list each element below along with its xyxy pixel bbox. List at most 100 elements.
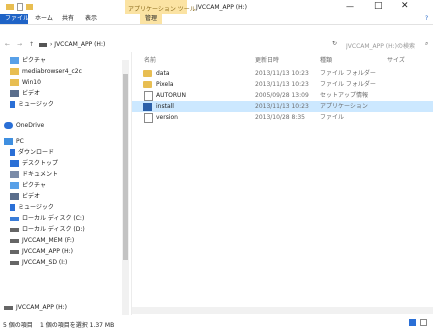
nav-item-pictures-pc[interactable]: ピクチャ: [10, 180, 46, 191]
setup-info-icon: [144, 90, 153, 101]
drive-icon: [39, 43, 47, 47]
back-button[interactable]: ←: [5, 41, 10, 48]
nav-item-onedrive[interactable]: OneDrive: [4, 120, 44, 131]
file-type: ファイル: [320, 114, 345, 121]
desktop-icon: [10, 160, 19, 167]
nav-item-music[interactable]: ミュージック: [10, 99, 54, 110]
search-input[interactable]: JVCCAM_APP (H:)の検索: [346, 41, 424, 50]
item-count: 5 個の項目: [3, 322, 33, 329]
nav-item-drive-d[interactable]: ローカル ディスク (D:): [10, 224, 85, 235]
context-tab-label: アプリケーション ツール: [128, 6, 196, 13]
nav-item-downloads[interactable]: ダウンロード: [10, 147, 54, 158]
downloads-icon: [10, 149, 15, 156]
details-view-button[interactable]: [409, 319, 416, 326]
folder-icon: [10, 68, 19, 75]
address-path[interactable]: › JVCCAM_APP (H:): [50, 41, 105, 48]
search-icon[interactable]: ⌕: [425, 40, 428, 48]
nav-item-drive-i[interactable]: JVCCAM_SD (I:): [10, 257, 67, 268]
file-row-autorun[interactable]: AUTORUN 2005/09/28 13:09 セットアップ情報: [132, 90, 433, 101]
status-bar: 5 個の項目 1 個の項目を選択 1.37 MB: [0, 315, 433, 331]
window-title: JVCCAM_APP (H:): [196, 4, 247, 11]
forward-button[interactable]: →: [17, 41, 22, 48]
horizontal-scrollbar[interactable]: [132, 307, 433, 314]
title-bar: アプリケーション ツール JVCCAM_APP (H:) — □ ✕: [0, 0, 433, 14]
quick-access-toolbar[interactable]: [6, 3, 40, 11]
file-icon: [144, 112, 153, 123]
minimize-button[interactable]: —: [346, 2, 354, 11]
drive-icon: [10, 238, 19, 243]
videos-icon: [10, 90, 19, 97]
folder-icon: [6, 4, 14, 10]
folder-icon: [143, 70, 152, 77]
tab-manage[interactable]: 管理: [140, 14, 163, 24]
pictures-icon: [10, 182, 19, 189]
tab-share[interactable]: 共有: [57, 14, 79, 24]
up-button[interactable]: ↑: [29, 41, 34, 48]
file-type: セットアップ情報: [320, 92, 369, 99]
column-header-type[interactable]: 種類: [320, 55, 332, 64]
file-type: アプリケーション: [320, 103, 368, 110]
nav-item-drive-h-bottom[interactable]: JVCCAM_APP (H:): [4, 302, 67, 313]
close-button[interactable]: ✕: [401, 1, 409, 11]
file-date: 2013/10/28 8:35: [255, 114, 305, 121]
file-name: install: [156, 103, 174, 110]
nav-item-documents[interactable]: ドキュメント: [10, 169, 58, 180]
maximize-button[interactable]: □: [374, 1, 383, 11]
folder-icon: [143, 81, 152, 88]
file-name: version: [156, 114, 178, 121]
pc-icon: [4, 138, 13, 145]
pictures-icon: [10, 57, 19, 64]
file-name: AUTORUN: [156, 92, 186, 99]
file-name: Pixela: [156, 81, 174, 88]
nav-item-videos-pc[interactable]: ビデオ: [10, 191, 40, 202]
file-row-version[interactable]: version 2013/10/28 8:35 ファイル: [132, 112, 433, 123]
music-icon: [10, 101, 15, 108]
column-header-name[interactable]: 名前: [144, 55, 156, 64]
drive-icon: [4, 305, 13, 310]
refresh-button[interactable]: ↻: [332, 40, 337, 47]
navigation-pane: ピクチャ mediabrowser4_c2c Win10 ビデオ ミュージック …: [0, 52, 132, 315]
nav-item-mediabrowser[interactable]: mediabrowser4_c2c: [10, 66, 82, 77]
nav-item-music-pc[interactable]: ミュージック: [10, 202, 54, 213]
help-icon[interactable]: ?: [425, 15, 428, 22]
onedrive-icon: [4, 122, 13, 129]
file-date: 2013/11/13 10:23: [255, 70, 309, 77]
address-bar: ← → ↑ › JVCCAM_APP (H:) ↻ JVCCAM_APP (H:…: [0, 38, 433, 53]
nav-item-drive-h[interactable]: JVCCAM_APP (H:): [10, 246, 73, 257]
drive-icon: [10, 260, 19, 265]
nav-item-pictures[interactable]: ピクチャ: [10, 55, 46, 66]
file-name: data: [156, 70, 170, 77]
drive-icon: [10, 249, 19, 254]
new-folder-icon[interactable]: [26, 4, 33, 10]
nav-item-pc[interactable]: PC: [4, 136, 24, 147]
nav-item-desktop[interactable]: デスクトップ: [10, 158, 58, 169]
documents-icon: [10, 171, 19, 178]
file-row-data[interactable]: data 2013/11/13 10:23 ファイル フォルダー: [132, 68, 433, 79]
tab-file[interactable]: ファイル: [0, 14, 29, 24]
file-type: ファイル フォルダー: [320, 81, 376, 88]
music-icon: [10, 204, 15, 211]
file-row-pixela[interactable]: Pixela 2013/11/13 10:23 ファイル フォルダー: [132, 79, 433, 90]
file-type: ファイル フォルダー: [320, 70, 376, 77]
ribbon-tabs: ファイル ホーム 共有 表示 管理 ?: [0, 14, 433, 25]
column-header-size[interactable]: サイズ: [387, 55, 405, 64]
nav-item-videos[interactable]: ビデオ: [10, 88, 40, 99]
properties-icon[interactable]: [17, 3, 23, 11]
tab-view[interactable]: 表示: [80, 14, 102, 24]
large-icons-view-button[interactable]: [420, 319, 427, 326]
file-list: 名前 更新日時 種類 サイズ data 2013/11/13 10:23 ファイ…: [132, 52, 433, 315]
drive-icon: [10, 227, 19, 232]
file-date: 2013/11/13 10:23: [255, 103, 309, 110]
nav-item-drive-c[interactable]: ローカル ディスク (C:): [10, 213, 84, 224]
tab-home[interactable]: ホーム: [30, 14, 58, 24]
nav-scrollbar-thumb[interactable]: [123, 74, 128, 260]
application-icon: [143, 102, 152, 111]
file-date: 2013/11/13 10:23: [255, 81, 309, 88]
nav-item-drive-f[interactable]: JVCCAM_MEM (F:): [10, 235, 74, 246]
nav-item-win10[interactable]: Win10: [10, 77, 41, 88]
file-date: 2005/09/28 13:09: [255, 92, 309, 99]
file-row-install[interactable]: install 2013/11/13 10:23 アプリケーション: [132, 101, 433, 112]
column-header-date[interactable]: 更新日時: [255, 55, 279, 64]
videos-icon: [10, 193, 19, 200]
folder-icon: [10, 79, 19, 86]
